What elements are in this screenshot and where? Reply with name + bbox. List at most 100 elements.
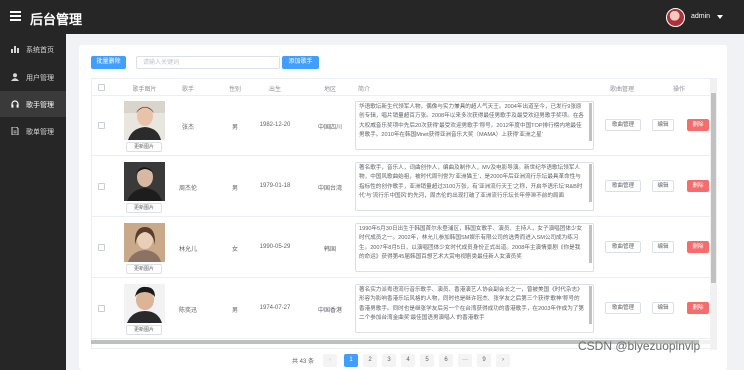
singer-table: 歌手图片 歌手 性别 出生 地区 简介 歌曲管理 操作 更新图片 张杰 男 19… bbox=[91, 78, 717, 349]
singer-birth: 1979-01-18 bbox=[259, 183, 291, 189]
table-row: 更新图片 周杰伦 男 1979-01-18 中国台湾 著名歌手，音乐人，词曲创作… bbox=[92, 157, 716, 217]
document-icon bbox=[11, 127, 19, 135]
singer-intro[interactable]: 著名歌手，音乐人，词曲创作人，编曲及制作人，MV及电影导演。新世纪华语歌坛领军人… bbox=[355, 162, 594, 211]
header-actions: 操作 bbox=[672, 87, 685, 93]
page-6-button[interactable]: 6 bbox=[439, 354, 453, 367]
delete-button[interactable]: 删除 bbox=[687, 180, 709, 192]
update-photo-button[interactable]: 更新图片 bbox=[126, 142, 162, 152]
page-1-button[interactable]: 1 bbox=[344, 354, 358, 367]
singer-name: 张杰 bbox=[181, 125, 194, 131]
search-input[interactable] bbox=[136, 56, 280, 69]
app-title: 后台管理 bbox=[30, 12, 83, 27]
singer-birth: 1982-12-20 bbox=[259, 122, 291, 128]
sidebar-item-label: 系统首页 bbox=[26, 47, 54, 54]
sidebar-item-playlists[interactable]: 歌单管理 bbox=[0, 118, 66, 144]
row-checkbox[interactable] bbox=[98, 183, 105, 190]
singer-photo bbox=[124, 284, 165, 323]
singer-name: 周杰伦 bbox=[178, 186, 197, 192]
page-5-button[interactable]: 5 bbox=[420, 354, 434, 367]
header-name: 歌手 bbox=[181, 87, 194, 93]
table-row: 更新图片 张杰 男 1982-12-20 中国四川 华语歌坛新生代领军人物，偶像… bbox=[92, 96, 716, 156]
sidebar-item-home[interactable]: 系统首页 bbox=[0, 36, 66, 62]
page-2-button[interactable]: 2 bbox=[363, 354, 377, 367]
batch-delete-button[interactable]: 批量删除 bbox=[91, 56, 126, 69]
avatar[interactable] bbox=[666, 8, 685, 27]
header-region: 地区 bbox=[323, 87, 336, 93]
sidebar-item-users[interactable]: 用户管理 bbox=[0, 64, 66, 90]
header-intro: 简介 bbox=[358, 87, 371, 93]
intro-scrollbar[interactable] bbox=[589, 286, 592, 324]
update-photo-button[interactable]: 更新图片 bbox=[126, 325, 162, 335]
intro-text: 著名歌手，音乐人，词曲创作人，编曲及制作人，MV及电影导演。新世纪华语歌坛领军人… bbox=[359, 165, 583, 199]
edit-button[interactable]: 编辑 bbox=[652, 302, 674, 314]
singer-sex: 男 bbox=[231, 308, 238, 314]
update-photo-button[interactable]: 更新图片 bbox=[126, 203, 162, 213]
intro-text: 1990年5月30日出生于韩国首尔永登浦区，韩国女歌手、演员、主持人，女子演唱团… bbox=[359, 226, 583, 260]
singer-region: 中国香港 bbox=[317, 308, 342, 314]
edit-button[interactable]: 编辑 bbox=[652, 119, 674, 131]
singer-photo bbox=[124, 101, 165, 140]
row-checkbox[interactable] bbox=[98, 305, 105, 312]
singer-region: 韩国 bbox=[323, 247, 336, 253]
sidebar-item-label: 歌单管理 bbox=[26, 129, 54, 136]
table-row: 更新图片 陈奕迅 男 1974-07-27 中国香港 著名实力派粤语流行音乐歌手… bbox=[92, 279, 716, 339]
singer-name: 林允儿 bbox=[178, 247, 197, 253]
intro-text: 著名实力派粤语流行音乐歌手、演员、香港演艺人协会副会长之一，曾被美国《时代杂志》… bbox=[359, 287, 585, 321]
edit-button[interactable]: 编辑 bbox=[652, 241, 674, 253]
delete-button[interactable]: 删除 bbox=[687, 302, 709, 314]
singer-sex: 女 bbox=[231, 247, 238, 253]
singer-intro[interactable]: 1990年5月30日出生于韩国首尔永登浦区，韩国女歌手、演员、主持人，女子演唱团… bbox=[355, 223, 594, 272]
table-vertical-scrollbar[interactable] bbox=[710, 79, 717, 350]
table-header: 歌手图片 歌手 性别 出生 地区 简介 歌曲管理 操作 bbox=[92, 79, 716, 96]
scrollbar-thumb[interactable] bbox=[711, 93, 716, 283]
watermark: CSDN @biyezuopinvip bbox=[578, 339, 701, 353]
singer-sex: 男 bbox=[231, 186, 238, 192]
header-sex: 性别 bbox=[228, 87, 241, 93]
table-row: 更新图片 林允儿 女 1990-05-29 韩国 1990年5月30日出生于韩国… bbox=[92, 218, 716, 278]
header-songs: 歌曲管理 bbox=[609, 87, 634, 93]
top-bar: 后台管理 admin bbox=[0, 0, 744, 34]
select-all-checkbox[interactable] bbox=[98, 84, 105, 91]
singer-intro[interactable]: 华语歌坛新生代领军人物，偶像与实力兼具的超人气天王。2004年出道至今，已发行9… bbox=[355, 101, 594, 150]
pagination-total: 共 43 条 bbox=[292, 359, 315, 365]
singer-photo bbox=[124, 223, 165, 262]
more-pages-button[interactable]: ··· bbox=[458, 354, 472, 367]
next-page-button[interactable]: › bbox=[496, 354, 510, 367]
singer-intro[interactable]: 著名实力派粤语流行音乐歌手、演员、香港演艺人协会副会长之一，曾被美国《时代杂志》… bbox=[355, 284, 594, 333]
intro-scrollbar[interactable] bbox=[589, 225, 592, 263]
sidebar-item-label: 歌手管理 bbox=[26, 102, 54, 109]
intro-scrollbar[interactable] bbox=[589, 164, 592, 202]
singer-photo bbox=[124, 162, 165, 201]
delete-button[interactable]: 删除 bbox=[687, 119, 709, 131]
header-birth: 出生 bbox=[268, 87, 281, 93]
sidebar-item-label: 用户管理 bbox=[26, 75, 54, 82]
song-manage-button[interactable]: 歌曲管理 bbox=[605, 180, 641, 192]
sidebar-item-singers[interactable]: 歌手管理 bbox=[0, 91, 66, 117]
singer-birth: 1974-07-27 bbox=[259, 305, 291, 311]
update-photo-button[interactable]: 更新图片 bbox=[126, 264, 162, 274]
song-manage-button[interactable]: 歌曲管理 bbox=[605, 241, 641, 253]
row-checkbox[interactable] bbox=[98, 122, 105, 129]
intro-text: 华语歌坛新生代领军人物，偶像与实力兼具的超人气天王。2004年出道至今，已发行9… bbox=[359, 104, 585, 138]
chevron-down-icon[interactable] bbox=[717, 15, 723, 19]
add-singer-button[interactable]: 添加歌手 bbox=[282, 56, 319, 69]
page-9-button[interactable]: 9 bbox=[477, 354, 491, 367]
singer-sex: 男 bbox=[231, 125, 238, 131]
main-content: 批量删除 添加歌手 歌手图片 歌手 性别 出生 地区 简介 歌曲管理 操作 更新… bbox=[79, 45, 727, 370]
row-checkbox[interactable] bbox=[98, 244, 105, 251]
page-4-button[interactable]: 4 bbox=[401, 354, 415, 367]
sidebar: 系统首页 用户管理 歌手管理 歌单管理 bbox=[0, 34, 66, 370]
singer-name: 陈奕迅 bbox=[178, 308, 197, 314]
bar-chart-icon bbox=[11, 46, 19, 53]
song-manage-button[interactable]: 歌曲管理 bbox=[605, 302, 641, 314]
prev-page-button[interactable]: ‹ bbox=[323, 354, 337, 367]
user-name[interactable]: admin bbox=[691, 13, 710, 20]
header-photo: 歌手图片 bbox=[132, 87, 157, 93]
menu-toggle-icon[interactable] bbox=[10, 11, 21, 21]
headphones-icon bbox=[11, 100, 19, 108]
page-3-button[interactable]: 3 bbox=[382, 354, 396, 367]
intro-scrollbar[interactable] bbox=[589, 103, 592, 141]
edit-button[interactable]: 编辑 bbox=[652, 180, 674, 192]
delete-button[interactable]: 删除 bbox=[687, 241, 709, 253]
song-manage-button[interactable]: 歌曲管理 bbox=[605, 119, 641, 131]
